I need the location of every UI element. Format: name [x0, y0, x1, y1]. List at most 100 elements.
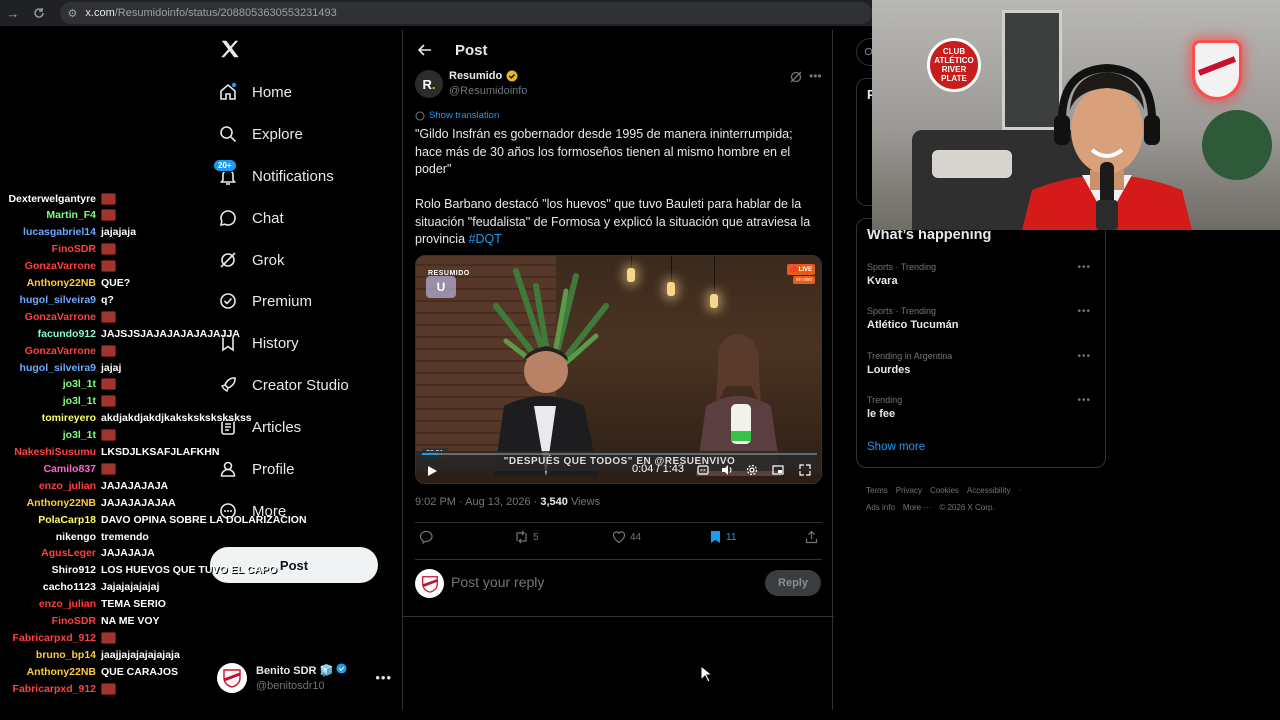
footer-link-privacy[interactable]: Privacy: [896, 486, 922, 495]
forward-button[interactable]: →: [0, 0, 26, 26]
address-bar[interactable]: ⚙ x.com/Resumidoinfo/status/208805363055…: [59, 2, 873, 24]
trend-more-icon[interactable]: •••: [1077, 262, 1091, 273]
chat-username: jo3l_1t: [62, 395, 96, 408]
author-name-row[interactable]: Resumido: [449, 70, 518, 82]
footer-link-ads-info[interactable]: Ads info: [866, 503, 895, 512]
chat-message: Martin_F4: [0, 207, 116, 224]
show-translation-link[interactable]: Show translation: [415, 110, 499, 121]
reload-button[interactable]: [26, 0, 52, 26]
nav-item-home[interactable]: Home: [217, 77, 292, 107]
chat-username: nikengo: [55, 530, 96, 543]
repost-count: 5: [533, 531, 539, 543]
trend-name: Lourdes: [867, 364, 911, 376]
chat-text: JAJAJAJAJAA: [101, 496, 176, 509]
video-live-sub: en vivo: [793, 276, 815, 284]
chat-username: jo3l_1t: [62, 429, 96, 442]
like-action[interactable]: 44: [612, 530, 641, 544]
chat-username: GonzaVarrone: [24, 344, 96, 357]
reply-input[interactable]: [451, 574, 751, 590]
captions-icon[interactable]: [697, 464, 709, 476]
chat-message: Anthony22NB QUE?: [0, 275, 131, 292]
chat-username: Anthony22NB: [26, 496, 96, 509]
chat-username: Shiro912: [51, 564, 96, 577]
chat-username: NakeshiSusumu: [14, 446, 96, 458]
verified-gold-icon: [506, 70, 518, 82]
footer-link-accessibility[interactable]: Accessibility: [967, 486, 1011, 495]
views-count: 3,540: [540, 496, 568, 508]
video-progress-bar[interactable]: [422, 453, 817, 455]
share-icon: [805, 530, 818, 544]
show-more-link[interactable]: Show more: [867, 441, 925, 453]
site-info-icon[interactable]: ⚙: [68, 7, 78, 20]
chat-username: Martin_F4: [46, 209, 96, 222]
chat-username: hugol_silveira9: [19, 293, 96, 306]
trend-item[interactable]: Trending le fee •••: [867, 395, 1097, 420]
trend-more-icon[interactable]: •••: [1077, 351, 1091, 362]
author-avatar-dot: .: [431, 76, 436, 92]
author-name: Resumido: [449, 70, 503, 82]
chat-username: Fabricarpxd_912: [12, 682, 96, 695]
fullscreen-icon[interactable]: [799, 464, 811, 476]
chat-username: bruno_bp14: [35, 648, 96, 661]
trend-item[interactable]: Sports · Trending Atlético Tucumán •••: [867, 306, 1097, 331]
x-logo-icon[interactable]: [219, 38, 241, 60]
trend-more-icon[interactable]: •••: [1077, 395, 1091, 406]
footer-link-more[interactable]: More ···: [903, 503, 931, 512]
chat-emote-icon: [101, 378, 116, 391]
reply-button[interactable]: Reply: [765, 570, 821, 596]
river-crest-icon: [421, 575, 438, 593]
back-arrow-icon[interactable]: [415, 40, 435, 60]
post-more-icon[interactable]: •••: [809, 69, 822, 83]
chat-message: hugol_silveira9 q?: [0, 291, 114, 308]
bookmark-count: 11: [726, 531, 737, 543]
post-timestamp[interactable]: 9:02 PM · Aug 13, 2026 ·: [415, 496, 540, 508]
chat-username: Camilo837: [43, 462, 96, 475]
author-handle[interactable]: @Resumidoinfo: [449, 85, 527, 97]
footer-link-cookies[interactable]: Cookies: [930, 486, 959, 495]
video-progress-fill: [422, 453, 438, 455]
volume-icon[interactable]: [721, 464, 733, 476]
home-icon: [217, 81, 239, 103]
chat-username: Fabricarpxd_912: [12, 631, 96, 644]
club-logo-sticker: CLUB ATLÉTICO RIVER PLATE: [927, 38, 981, 92]
chat-username: hugol_silveira9: [19, 361, 96, 374]
chat-emote-icon: [101, 192, 116, 205]
bookmark-action[interactable]: 11: [709, 530, 736, 544]
screen: → ⚙ x.com/Resumidoinfo/status/2088053630…: [0, 0, 1280, 720]
webcam-ball: [1202, 110, 1272, 180]
nav-item-notifications[interactable]: 20+ Notifications: [213, 159, 334, 191]
trend-meta: Trending: [867, 395, 903, 405]
author-avatar[interactable]: R.: [415, 70, 443, 98]
chat-message: cacho1123 Jajajajajajaj: [0, 579, 160, 596]
share-action[interactable]: [805, 530, 822, 544]
chat-text: JAJAJAJAJA: [101, 479, 169, 492]
play-icon[interactable]: [426, 465, 438, 477]
trend-item[interactable]: Trending in Argentina Lourdes •••: [867, 351, 1097, 376]
grok-icon[interactable]: [789, 70, 803, 84]
video-lamp-cord: [714, 256, 715, 296]
settings-gear-icon[interactable]: [746, 464, 758, 476]
avatar: [415, 569, 444, 598]
bookmark-filled-icon: [711, 531, 720, 543]
chat-text: Jajajajajajaj: [101, 581, 160, 594]
pip-icon[interactable]: [772, 464, 784, 476]
chat-username: FinoSDR: [51, 615, 96, 627]
chat-username: jo3l_1t: [62, 378, 96, 391]
nav-item-explore[interactable]: Explore: [217, 119, 303, 149]
reply-action[interactable]: [419, 530, 437, 544]
video-player[interactable]: RESUMIDO U 🔴 LIVE en vivo 20:51 "DESPUÉS…: [415, 255, 822, 484]
chat-text: QUE CARAJOS: [101, 665, 179, 678]
hashtag-link[interactable]: #DQT: [469, 232, 502, 246]
chat-message: Camilo837: [0, 460, 116, 477]
chat-text: jaajjajajajajajaja: [101, 648, 180, 661]
footer-link-terms[interactable]: Terms: [866, 486, 888, 495]
notifications-badge: 20+: [213, 159, 237, 172]
divider: [415, 522, 822, 523]
trend-item[interactable]: Sports · Trending Kvara •••: [867, 262, 1097, 287]
trend-more-icon[interactable]: •••: [1077, 306, 1091, 317]
chat-message: enzo_julian JAJAJAJAJA: [0, 477, 168, 494]
chat-message: GonzaVarrone: [0, 308, 116, 325]
chat-message: lucasgabriel14 jajajaja: [0, 224, 136, 241]
repost-action[interactable]: 5: [514, 530, 539, 544]
chat-message: Shiro912 LOS HUEVOS QUE TUVO EL CAPO: [0, 562, 277, 579]
